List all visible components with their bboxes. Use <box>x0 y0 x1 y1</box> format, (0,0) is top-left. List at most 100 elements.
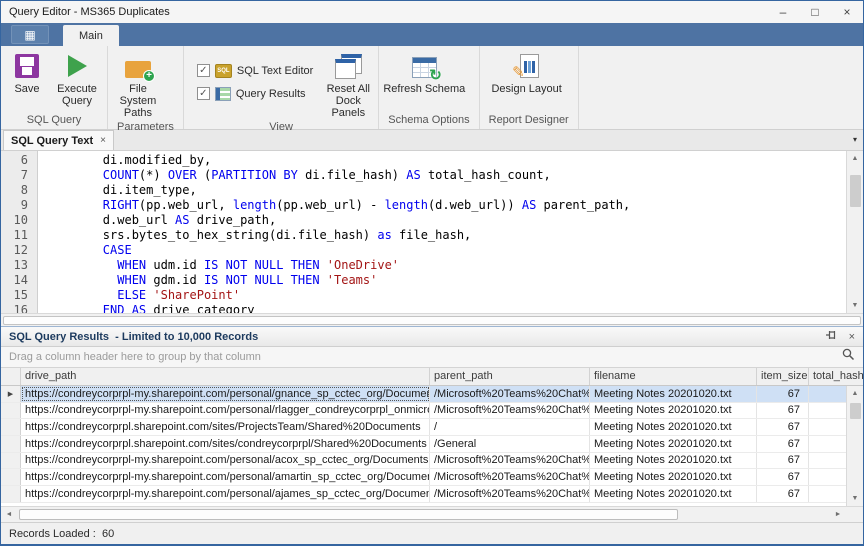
code-line[interactable]: 7 COUNT(*) OVER (PARTITION BY di.file_ha… <box>1 168 846 183</box>
code-line[interactable]: 6 di.modified_by, <box>1 153 846 168</box>
grid-cell-item_size[interactable]: 67 <box>757 486 809 502</box>
grid-cell-item_size[interactable]: 67 <box>757 469 809 485</box>
code-line[interactable]: 11 srs.bytes_to_hex_string(di.file_hash)… <box>1 228 846 243</box>
execute-query-button[interactable]: Execute Query <box>50 49 104 112</box>
table-row[interactable]: https://condreycorprpl-my.sharepoint.com… <box>1 486 846 503</box>
grid-cell-total_hash[interactable] <box>809 386 846 402</box>
tab-close-icon[interactable]: × <box>100 135 106 146</box>
row-indicator[interactable] <box>1 436 21 452</box>
table-row[interactable]: https://condreycorprpl.sharepoint.com/si… <box>1 436 846 453</box>
code-line[interactable]: 16 END AS drive_category <box>1 303 846 313</box>
row-indicator[interactable] <box>1 486 21 502</box>
pin-icon[interactable] <box>825 328 837 346</box>
chevron-down-icon[interactable]: ▾ <box>853 135 863 150</box>
table-row[interactable]: https://condreycorprpl-my.sharepoint.com… <box>1 469 846 486</box>
code-line[interactable]: 12 CASE <box>1 243 846 258</box>
grid-scroll-thumb[interactable] <box>850 403 861 419</box>
refresh-schema-button[interactable]: ↻ Refresh Schema <box>382 49 466 112</box>
group-by-panel[interactable]: Drag a column header here to group by th… <box>1 347 863 368</box>
grid-cell-parent_path[interactable]: /Microsoft%20Teams%20Chat%20Files <box>430 386 590 402</box>
row-indicator[interactable] <box>1 469 21 485</box>
row-indicator[interactable] <box>1 419 21 435</box>
grid-cell-filename[interactable]: Meeting Notes 20201020.txt <box>590 419 757 435</box>
column-header-parent_path[interactable]: parent_path <box>430 368 590 385</box>
grid-cell-filename[interactable]: Meeting Notes 20201020.txt <box>590 486 757 502</box>
tab-sql-query-text[interactable]: SQL Query Text × <box>3 130 114 150</box>
scroll-right-icon[interactable]: ► <box>830 511 846 518</box>
sql-text-editor[interactable]: 6 di.modified_by,7 COUNT(*) OVER (PARTIT… <box>1 151 863 313</box>
query-results-checkbox[interactable]: ✓ Query Results <box>197 87 313 101</box>
scroll-down-icon[interactable]: ▼ <box>847 298 863 313</box>
grid-cell-drive_path[interactable]: https://condreycorprpl-my.sharepoint.com… <box>21 469 430 485</box>
sql-text-editor-checkbox[interactable]: ✓ SQL SQL Text Editor <box>197 64 313 78</box>
grid-cell-parent_path[interactable]: /Microsoft%20Teams%20Chat%20Files <box>430 469 590 485</box>
table-row[interactable]: ▶https://condreycorprpl-my.sharepoint.co… <box>1 386 846 403</box>
scroll-up-icon[interactable]: ▲ <box>847 151 863 166</box>
grid-cell-total_hash[interactable] <box>809 419 846 435</box>
grid-cell-drive_path[interactable]: https://condreycorprpl-my.sharepoint.com… <box>21 403 430 419</box>
editor-scroll-thumb[interactable] <box>850 175 861 207</box>
grid-cell-filename[interactable]: Meeting Notes 20201020.txt <box>590 469 757 485</box>
code-line[interactable]: 15 ELSE 'SharePoint' <box>1 288 846 303</box>
scroll-up-icon[interactable]: ▲ <box>847 386 863 401</box>
grid-cell-total_hash[interactable] <box>809 436 846 452</box>
grid-cell-parent_path[interactable]: /Microsoft%20Teams%20Chat%20Files <box>430 486 590 502</box>
panel-close-icon[interactable]: × <box>849 331 855 343</box>
code-line[interactable]: 10 d.web_url AS drive_path, <box>1 213 846 228</box>
maximize-button[interactable]: □ <box>799 1 831 23</box>
grid-cell-filename[interactable]: Meeting Notes 20201020.txt <box>590 453 757 469</box>
grid-cell-filename[interactable]: Meeting Notes 20201020.txt <box>590 386 757 402</box>
reset-dock-panels-button[interactable]: Reset All Dock Panels <box>321 49 375 119</box>
row-indicator[interactable] <box>1 403 21 419</box>
grid-cell-drive_path[interactable]: https://condreycorprpl.sharepoint.com/si… <box>21 436 430 452</box>
grid-cell-total_hash[interactable] <box>809 453 846 469</box>
editor-horizontal-scrollbar[interactable] <box>1 313 863 326</box>
editor-vertical-scrollbar[interactable]: ▲ ▼ <box>846 151 863 313</box>
search-icon[interactable] <box>842 348 855 366</box>
grid-cell-drive_path[interactable]: https://condreycorprpl-my.sharepoint.com… <box>21 386 430 402</box>
grid-cell-total_hash[interactable] <box>809 486 846 502</box>
grid-cell-total_hash[interactable] <box>809 403 846 419</box>
column-header-filename[interactable]: filename <box>590 368 757 385</box>
grid-cell-item_size[interactable]: 67 <box>757 419 809 435</box>
grid-vertical-scrollbar[interactable]: ▲ ▼ <box>846 386 863 506</box>
column-header-total_hash[interactable]: total_hash <box>809 368 863 385</box>
grid-cell-drive_path[interactable]: https://condreycorprpl-my.sharepoint.com… <box>21 486 430 502</box>
grid-cell-parent_path[interactable]: /Microsoft%20Teams%20Chat%20Files <box>430 453 590 469</box>
file-system-paths-button[interactable]: + File System Paths <box>111 49 165 119</box>
code-line[interactable]: 13 WHEN udm.id IS NOT NULL THEN 'OneDriv… <box>1 258 846 273</box>
grid-cell-total_hash[interactable] <box>809 469 846 485</box>
code-line[interactable]: 8 di.item_type, <box>1 183 846 198</box>
row-marker-icon[interactable]: ▶ <box>1 386 21 402</box>
table-row[interactable]: https://condreycorprpl.sharepoint.com/si… <box>1 419 846 436</box>
scroll-left-icon[interactable]: ◄ <box>1 511 17 518</box>
save-button[interactable]: Save <box>4 49 50 112</box>
minimize-button[interactable]: – <box>767 1 799 23</box>
table-row[interactable]: https://condreycorprpl-my.sharepoint.com… <box>1 453 846 470</box>
grid-cell-item_size[interactable]: 67 <box>757 386 809 402</box>
grid-cell-item_size[interactable]: 67 <box>757 436 809 452</box>
design-layout-button[interactable]: ✎ Design Layout <box>483 49 571 112</box>
grid-cell-item_size[interactable]: 67 <box>757 453 809 469</box>
grid-cell-parent_path[interactable]: / <box>430 419 590 435</box>
code-line[interactable]: 14 WHEN gdm.id IS NOT NULL THEN 'Teams' <box>1 273 846 288</box>
close-button[interactable]: × <box>831 1 863 23</box>
tab-main[interactable]: Main <box>63 25 119 46</box>
grid-cell-drive_path[interactable]: https://condreycorprpl.sharepoint.com/si… <box>21 419 430 435</box>
code-line[interactable]: 9 RIGHT(pp.web_url, length(pp.web_url) -… <box>1 198 846 213</box>
grid-cell-parent_path[interactable]: /General <box>430 436 590 452</box>
app-menu-button[interactable]: ▦ <box>11 25 49 44</box>
grid-horizontal-scrollbar[interactable]: ◄ ► <box>1 506 863 522</box>
column-header-item_size[interactable]: item_size <box>757 368 809 385</box>
editor-hscroll-thumb[interactable] <box>3 316 861 325</box>
scroll-down-icon[interactable]: ▼ <box>847 491 863 506</box>
grid-cell-filename[interactable]: Meeting Notes 20201020.txt <box>590 436 757 452</box>
grid-cell-filename[interactable]: Meeting Notes 20201020.txt <box>590 403 757 419</box>
row-indicator[interactable] <box>1 453 21 469</box>
grid-cell-item_size[interactable]: 67 <box>757 403 809 419</box>
grid-cell-parent_path[interactable]: /Microsoft%20Teams%20Chat%20Files <box>430 403 590 419</box>
table-row[interactable]: https://condreycorprpl-my.sharepoint.com… <box>1 403 846 420</box>
column-header-drive_path[interactable]: drive_path <box>21 368 430 385</box>
grid-cell-drive_path[interactable]: https://condreycorprpl-my.sharepoint.com… <box>21 453 430 469</box>
grid-hscroll-thumb[interactable] <box>19 509 678 520</box>
